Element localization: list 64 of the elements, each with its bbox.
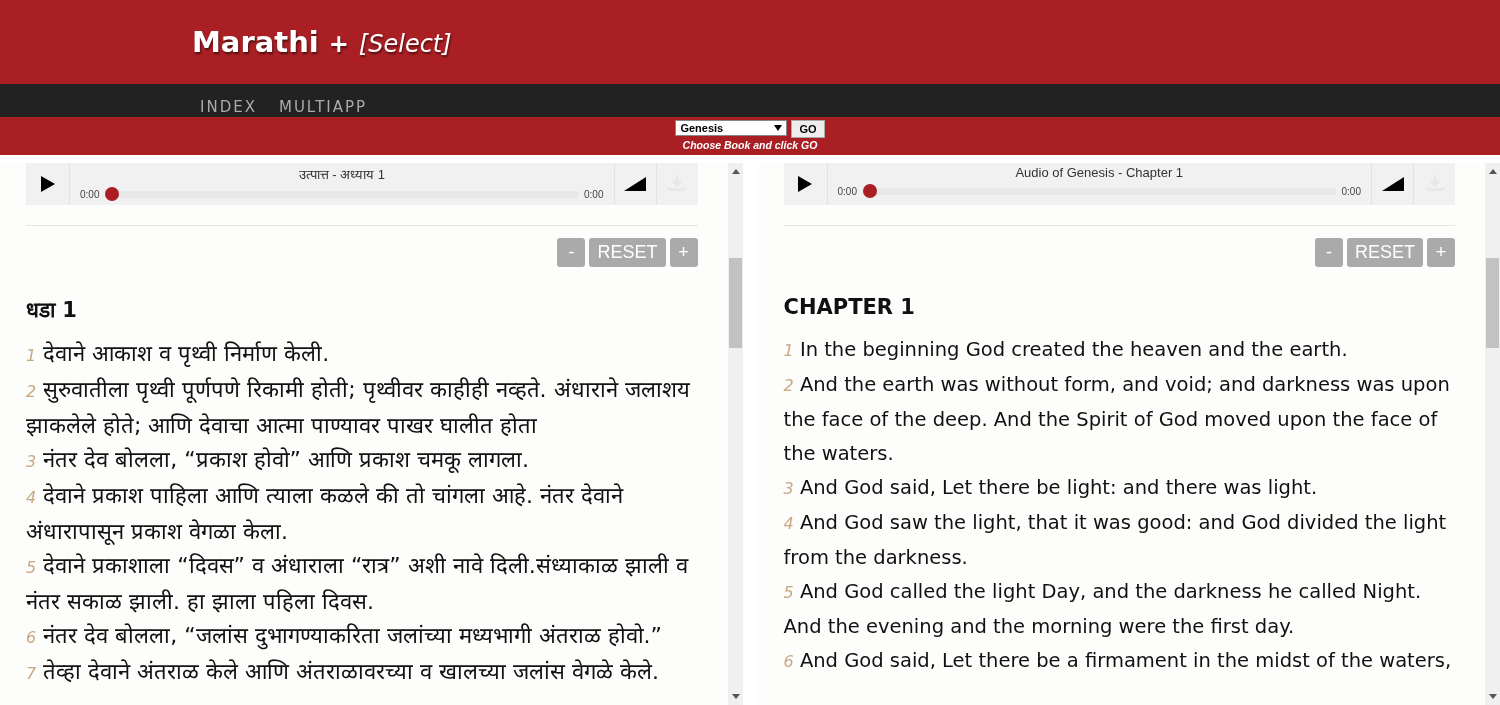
duration-time: 0:00 bbox=[584, 188, 604, 200]
elapsed-time: 0:00 bbox=[80, 188, 100, 200]
audio-title: उत्पात्त - अध्याय 1 bbox=[298, 166, 385, 183]
verse-text: 1 देवाने आकाश व पृथ्वी निर्माण केली. bbox=[26, 340, 331, 369]
go-button[interactable]: GO bbox=[791, 120, 825, 138]
scroll-down-icon[interactable] bbox=[1489, 694, 1497, 699]
scrollbar[interactable] bbox=[1485, 163, 1500, 705]
verse-number: 6 bbox=[783, 652, 794, 671]
duration-time: 0:00 bbox=[1341, 185, 1361, 197]
scroll-up-icon[interactable] bbox=[1489, 169, 1497, 174]
verse-number: 3 bbox=[783, 479, 794, 498]
verse-text: 2 सुरुवातीला पृथ्वी पूर्णपणे रिकामी होती; पृथ्वीवर काहीही नव्हते. अंधाराने जलाशय झाकलेले होते; आणि देवाचा आत्मा पाण्यावर पाखर घालीत होता bbox=[26, 376, 691, 440]
volume-icon bbox=[624, 177, 646, 191]
verse-text: 7 तेव्हा देवाने अंतराळ केले आणि अंतराळावरच्या व खालच्या जलांस वेगळे केले. bbox=[26, 658, 661, 686]
scroll-thumb[interactable] bbox=[728, 258, 742, 348]
verse-number: 5 bbox=[26, 558, 37, 577]
select-link[interactable]: [Select] bbox=[358, 30, 452, 58]
audio-title: Audio of Genesis - Chapter 1 bbox=[1015, 165, 1184, 180]
scroll-down-icon[interactable] bbox=[731, 694, 740, 699]
font-size-button[interactable]: RESET bbox=[589, 238, 666, 267]
verse-number: 1 bbox=[783, 341, 794, 360]
scroll-thumb[interactable] bbox=[1486, 258, 1499, 348]
font-size-button[interactable]: + bbox=[669, 238, 698, 267]
nav-link[interactable]: INDEX bbox=[200, 98, 257, 117]
progress-thumb[interactable] bbox=[105, 187, 120, 201]
site-title: Marathi bbox=[192, 25, 319, 59]
verse-text: 6 And God said, Let there be a firmament in the midst of the waters, bbox=[783, 648, 1453, 674]
play-icon bbox=[40, 176, 55, 192]
verse-text: 4 देवाने प्रकाश पाहिला आणि त्याला कळले की तो चांगला आहे. नंतर देवाने अंधारापासून प्रकाश वेगळा केला. bbox=[26, 482, 625, 547]
verse-text: 1 In the beginning God created the heaven and the earth. bbox=[783, 337, 1349, 363]
verse-number: 5 bbox=[783, 583, 794, 602]
verse-text: 2 And the earth was without form, and void; and darkness was upon the face of the deep. And the Spirit of God moved upon the face of the waters. bbox=[783, 372, 1451, 467]
verse-text: 5 And God called the light Day, and the darkness he called Night. And the evening and the morning were the first day. bbox=[783, 579, 1423, 640]
plus-sign: + bbox=[328, 30, 349, 58]
verse-number: 3 bbox=[26, 452, 37, 471]
progress-track[interactable] bbox=[862, 184, 1336, 198]
verse-number: 2 bbox=[783, 376, 794, 395]
picker-hint: Choose Book and click GO bbox=[682, 139, 818, 151]
verse-number: 2 bbox=[26, 382, 37, 401]
verse-text: 3 And God said, Let there be light: and there was light. bbox=[783, 475, 1319, 501]
verse-number: 4 bbox=[26, 488, 37, 507]
verse-number: 6 bbox=[26, 628, 37, 647]
nav-link[interactable]: MULTIAPP bbox=[278, 98, 368, 117]
volume-icon bbox=[1381, 177, 1404, 191]
book-select[interactable]: Genesis bbox=[675, 120, 788, 136]
progress-thumb[interactable] bbox=[862, 184, 877, 198]
font-size-button[interactable]: - bbox=[1315, 238, 1343, 267]
play-icon bbox=[798, 176, 812, 192]
dropdown-icon bbox=[774, 125, 783, 131]
font-size-button[interactable]: RESET bbox=[1347, 238, 1423, 267]
font-size-button[interactable]: + bbox=[1427, 238, 1455, 267]
verse-number: 4 bbox=[783, 514, 794, 533]
scroll-up-icon[interactable] bbox=[731, 169, 740, 174]
verse-text: 6 नंतर देव बोलला, “जलांस दुभागण्याकरिता जलांच्या मध्यभागी अंतराळ होवो.” bbox=[26, 622, 663, 652]
chapter-heading: CHAPTER 1 bbox=[783, 295, 916, 319]
verse-text: 4 And God saw the light, that it was good: and God divided the light from the darkness. bbox=[783, 510, 1448, 571]
chapter-heading: धडा 1 bbox=[26, 297, 78, 323]
font-size-button[interactable]: - bbox=[557, 238, 586, 267]
verse-text: 3 नंतर देव बोलला, “प्रकाश होवो” आणि प्रकाश चमकू लागला. bbox=[26, 446, 530, 475]
verse-text: 5 देवाने प्रकाशाला “दिवस” व अंधाराला “रात्र” अशी नावे दिली.संध्याकाळ झाली व नंतर सकाळ झाली. हा झाला पहिला दिवस. bbox=[26, 552, 690, 616]
elapsed-time: 0:00 bbox=[837, 185, 857, 197]
verse-number: 1 bbox=[26, 346, 37, 365]
verse-number: 7 bbox=[26, 664, 37, 683]
progress-track[interactable] bbox=[105, 187, 579, 201]
